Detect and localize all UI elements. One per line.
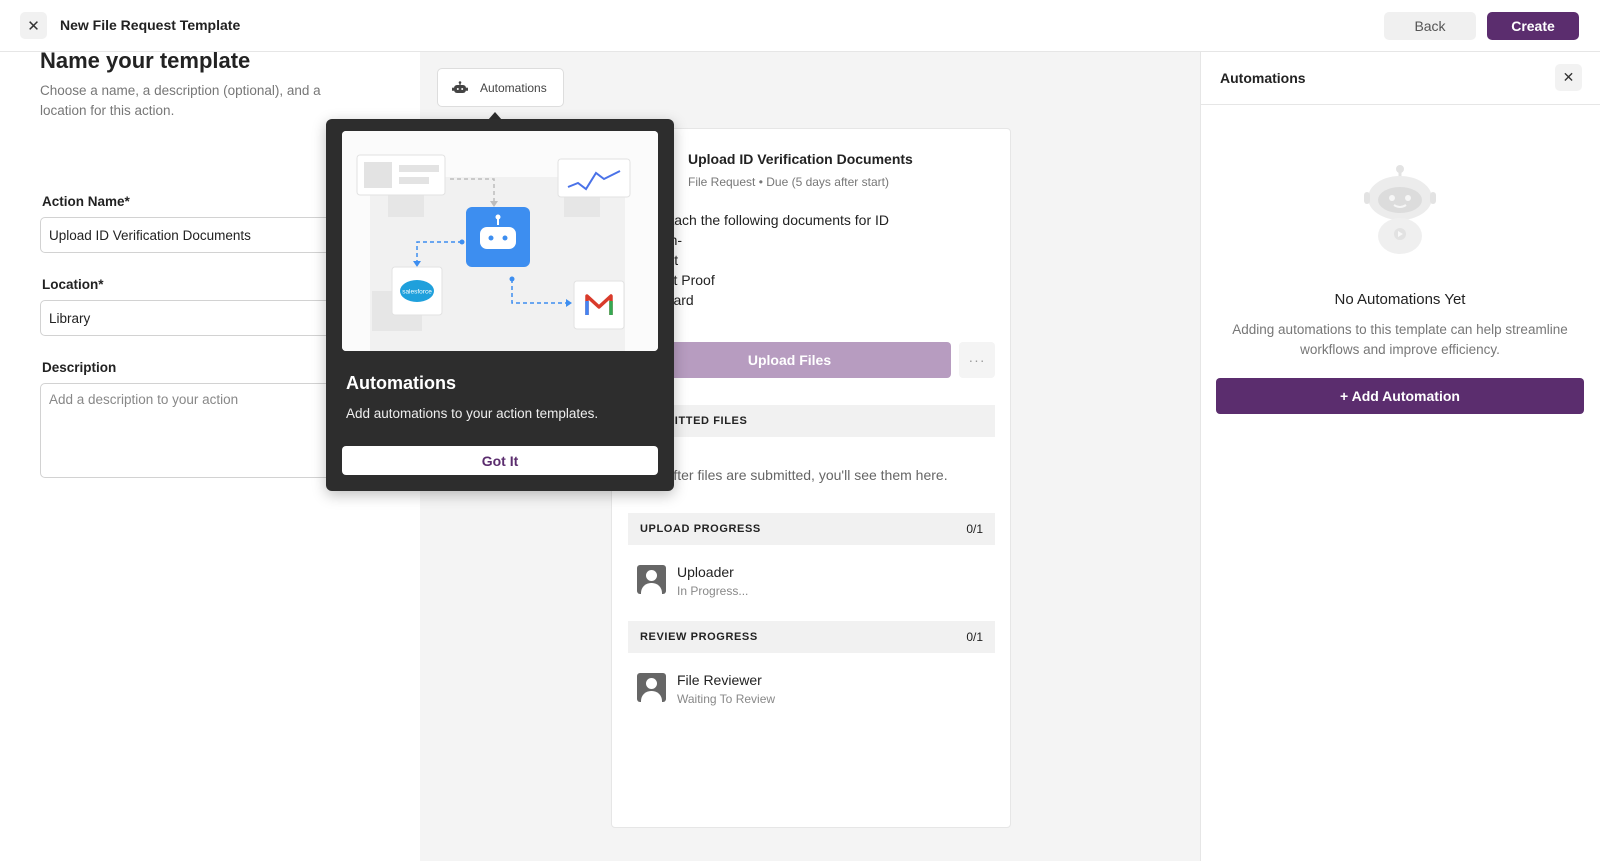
reviewer-name: File Reviewer bbox=[677, 672, 762, 688]
instruction-line: AN Card bbox=[640, 292, 694, 308]
instruction-line: se attach the following documents for ID bbox=[640, 212, 890, 228]
popover-description: Add automations to your action templates… bbox=[346, 406, 599, 421]
top-bar: ✕ New File Request Template Back Create bbox=[0, 0, 1600, 52]
instruction-line: cation- bbox=[640, 230, 889, 250]
review-progress-count: 0/1 bbox=[966, 630, 983, 644]
close-icon: ✕ bbox=[27, 17, 40, 35]
more-options-button[interactable]: ··· bbox=[959, 342, 995, 378]
reviewer-status: Waiting To Review bbox=[677, 692, 776, 706]
description-label: Description bbox=[42, 360, 117, 375]
robot-placeholder-icon bbox=[1364, 165, 1436, 254]
review-progress-header: REVIEW PROGRESS 0/1 bbox=[628, 621, 995, 653]
uploader-name: Uploader bbox=[677, 564, 734, 580]
form-heading: Name your template bbox=[40, 48, 251, 73]
upload-progress-label: UPLOAD PROGRESS bbox=[640, 523, 761, 535]
upload-files-button[interactable]: Upload Files bbox=[628, 342, 951, 378]
submitted-files-empty: After files are submitted, you'll see th… bbox=[664, 467, 948, 483]
salesforce-logo-icon: salesforce bbox=[400, 280, 434, 302]
robot-icon bbox=[452, 80, 468, 93]
add-automation-button[interactable]: + Add Automation bbox=[1216, 378, 1584, 414]
panel-divider bbox=[1200, 104, 1600, 105]
automations-tab[interactable]: Automations bbox=[437, 68, 564, 107]
create-button[interactable]: Create bbox=[1487, 12, 1579, 40]
no-automations-description: Adding automations to this template can … bbox=[1232, 322, 1568, 357]
instruction-line: ssport bbox=[640, 250, 889, 270]
got-it-button[interactable]: Got It bbox=[342, 446, 658, 475]
popover-title: Automations bbox=[346, 373, 456, 393]
reviewer-avatar-icon bbox=[637, 673, 666, 702]
automations-tab-label: Automations bbox=[480, 80, 547, 95]
page-title: New File Request Template bbox=[60, 17, 241, 33]
no-automations-title: No Automations Yet bbox=[1334, 291, 1466, 308]
upload-progress-count: 0/1 bbox=[966, 522, 983, 536]
svg-text:salesforce: salesforce bbox=[402, 289, 432, 296]
action-instructions: se attach the following documents for ID… bbox=[640, 210, 889, 310]
action-meta: File Request • Due (5 days after start) bbox=[688, 175, 889, 189]
location-label: Location* bbox=[42, 277, 104, 292]
action-title: Upload ID Verification Documents bbox=[688, 151, 913, 167]
uploader-avatar-icon bbox=[637, 565, 666, 594]
review-progress-label: REVIEW PROGRESS bbox=[640, 631, 758, 643]
panel-close-button[interactable]: ✕ bbox=[1555, 64, 1582, 91]
automations-panel-title: Automations bbox=[1220, 70, 1306, 86]
upload-progress-header: UPLOAD PROGRESS 0/1 bbox=[628, 513, 995, 545]
submitted-files-header: SUBMITTED FILES bbox=[628, 405, 995, 437]
close-button[interactable]: ✕ bbox=[20, 12, 47, 39]
close-icon: ✕ bbox=[1562, 69, 1575, 85]
automations-illustration: salesforce bbox=[342, 131, 658, 351]
instruction-line: sident Proof bbox=[640, 272, 715, 288]
form-subtitle: Choose a name, a description (optional),… bbox=[40, 83, 321, 118]
action-name-label: Action Name* bbox=[42, 194, 130, 209]
uploader-status: In Progress... bbox=[677, 584, 749, 598]
ellipsis-icon: ··· bbox=[968, 352, 986, 368]
back-button[interactable]: Back bbox=[1384, 12, 1476, 40]
